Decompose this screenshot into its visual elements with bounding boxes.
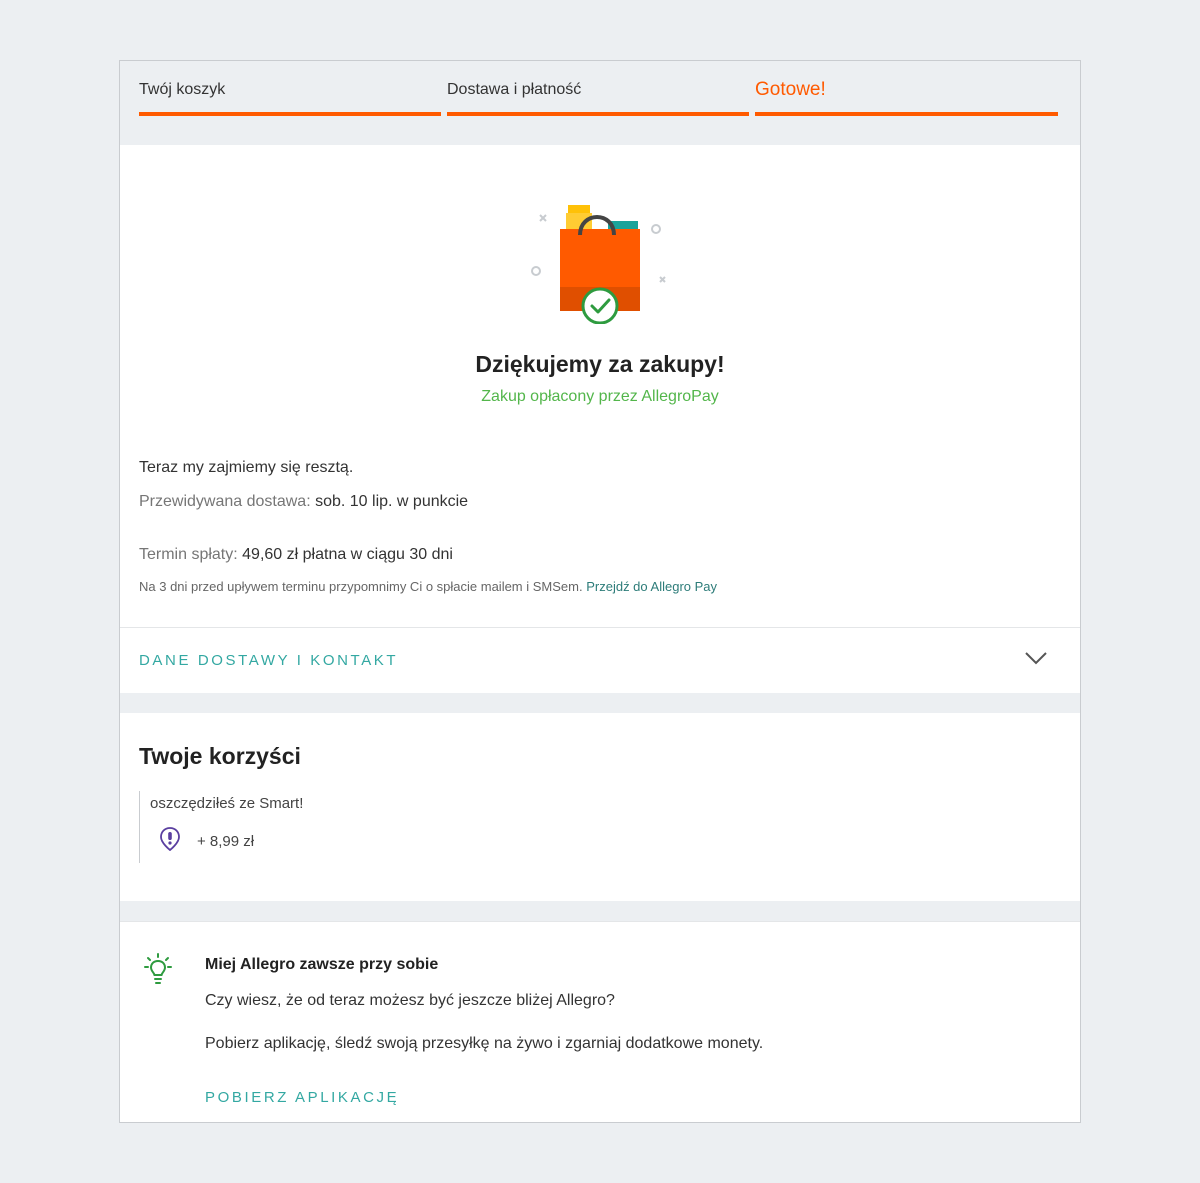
- step-cart[interactable]: Twój koszyk: [139, 61, 441, 145]
- allegro-pay-link[interactable]: Przejdź do Allegro Pay: [586, 579, 717, 594]
- term-value: 49,60 zł płatna w ciągu 30 dni: [242, 546, 453, 563]
- checkout-frame: Twój koszyk Dostawa i płatność Gotowe! D…: [119, 60, 1081, 1123]
- delivery-value: sob. 10 lip. w punkcie: [315, 493, 469, 510]
- step-label: Gotowe!: [755, 79, 826, 100]
- repayment-reminder: Na 3 dni przed upływem terminu przypomni…: [139, 579, 717, 594]
- step-progress-bar: [139, 112, 441, 116]
- download-app-button[interactable]: POBIERZ APLIKACJĘ: [205, 1089, 399, 1106]
- rest-info-text: Teraz my zajmiemy się resztą.: [139, 459, 354, 476]
- benefit-value: + 8,99 zł: [197, 833, 255, 850]
- step-label: Twój koszyk: [139, 81, 226, 98]
- smart-badge-icon: [160, 827, 180, 851]
- app-promo-card: Miej Allegro zawsze przy sobie Czy wiesz…: [120, 921, 1080, 1122]
- benefits-heading: Twoje korzyści: [139, 743, 301, 769]
- expected-delivery: Przewidywana dostawa: sob. 10 lip. w pun…: [139, 493, 468, 511]
- benefit-label: oszczędziłeś ze Smart!: [150, 795, 304, 812]
- payment-status: Zakup opłacony przez AllegroPay: [481, 388, 719, 405]
- smart-benefit: oszczędziłeś ze Smart! + 8,99 zł: [139, 791, 539, 863]
- app-promo-description: Pobierz aplikację, śledź swoją przesyłkę…: [205, 1035, 764, 1052]
- app-promo-title: Miej Allegro zawsze przy sobie: [205, 956, 439, 973]
- repayment-term: Termin spłaty: 49,60 zł płatna w ciągu 3…: [139, 546, 453, 564]
- app-promo-question: Czy wiesz, że od teraz możesz być jeszcz…: [205, 992, 615, 1009]
- delivery-label: Przewidywana dostawa:: [139, 493, 311, 510]
- checkout-stepper: Twój koszyk Dostawa i płatność Gotowe!: [120, 61, 1080, 145]
- benefits-card: Twoje korzyści oszczędziłeś ze Smart! + …: [120, 713, 1080, 901]
- thank-you-heading: Dziękujemy za zakupy!: [475, 351, 725, 377]
- term-label: Termin spłaty:: [139, 546, 238, 563]
- step-done: Gotowe!: [755, 61, 1058, 145]
- step-delivery-payment[interactable]: Dostawa i płatność: [447, 61, 749, 145]
- chevron-down-icon: [1025, 652, 1047, 665]
- lightbulb-icon: [144, 953, 172, 984]
- delivery-contact-toggle[interactable]: DANE DOSTAWY I KONTAKT: [120, 627, 1080, 693]
- confirmation-card: Dziękujemy za zakupy! Zakup opłacony prz…: [120, 145, 1080, 627]
- step-progress-bar: [755, 112, 1058, 116]
- step-progress-bar: [447, 112, 749, 116]
- delivery-contact-label: DANE DOSTAWY I KONTAKT: [139, 652, 399, 669]
- shopping-bag-check-icon: [531, 205, 666, 324]
- step-label: Dostawa i płatność: [447, 81, 582, 98]
- reminder-text: Na 3 dni przed upływem terminu przypomni…: [139, 579, 583, 594]
